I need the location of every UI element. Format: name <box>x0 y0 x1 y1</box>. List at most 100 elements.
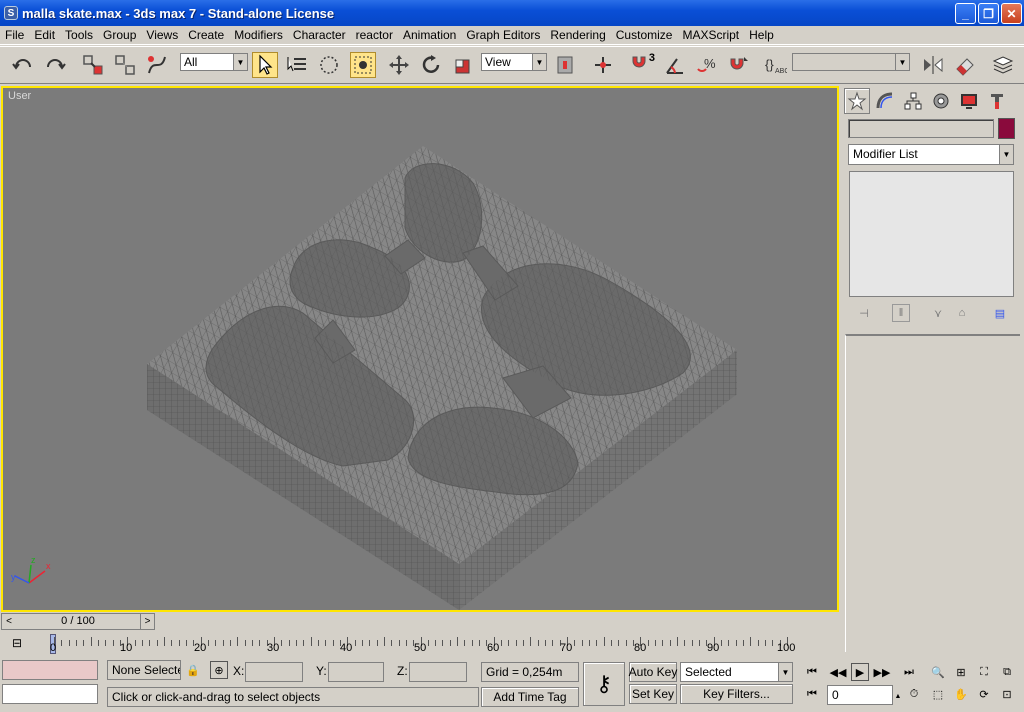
frame-tick <box>471 640 473 646</box>
minimize-button[interactable]: _ <box>955 3 976 24</box>
previous-frame-icon[interactable]: ◀◀ <box>829 663 847 681</box>
spinner-snap-icon[interactable] <box>726 52 752 78</box>
select-and-rotate-icon[interactable] <box>418 52 444 78</box>
viewport-user[interactable]: User x z y <box>1 86 839 612</box>
skate-mesh-model[interactable] <box>3 88 837 610</box>
tick-label: 60 <box>487 642 500 654</box>
menu-rendering[interactable]: Rendering <box>545 28 610 42</box>
go-to-end-icon[interactable]: ⏭ <box>900 663 918 681</box>
select-by-name-icon[interactable] <box>284 52 310 78</box>
region-zoom-icon[interactable]: ⬚ <box>929 685 947 703</box>
select-and-manipulate-icon[interactable] <box>590 52 616 78</box>
make-unique-icon[interactable]: ⋎ <box>929 304 947 322</box>
window-crossing-icon[interactable] <box>350 52 376 78</box>
zoom-icon[interactable]: 🔍 <box>929 663 947 681</box>
hierarchy-tab-icon[interactable] <box>900 88 926 114</box>
track-bar[interactable]: ⊟ 0 10 20 30 40 50 60 70 80 90 100 <box>0 632 840 656</box>
time-slider[interactable]: < 0 / 100 > <box>1 613 155 630</box>
select-and-move-icon[interactable] <box>386 52 412 78</box>
key-filters-button[interactable]: Key Filters... <box>680 684 793 704</box>
menu-edit[interactable]: Edit <box>29 28 60 42</box>
play-icon[interactable]: ▶ <box>851 663 869 681</box>
arc-rotate-icon[interactable]: ⟳ <box>975 685 993 703</box>
frame-tick <box>589 640 591 646</box>
menu-customize[interactable]: Customize <box>611 28 678 42</box>
app-icon[interactable]: S <box>4 6 18 20</box>
frame-tick <box>728 640 730 646</box>
menu-modifiers[interactable]: Modifiers <box>229 28 288 42</box>
y-coordinate-field[interactable] <box>328 662 384 682</box>
pan-hand-icon[interactable]: ✋ <box>952 685 970 703</box>
angle-snap-icon[interactable] <box>662 52 688 78</box>
next-frame-icon[interactable]: > <box>140 614 154 629</box>
lock-icon[interactable]: 🔒 <box>184 661 202 679</box>
go-to-start-icon[interactable]: ⏮ <box>803 663 821 681</box>
menu-tools[interactable]: Tools <box>60 28 98 42</box>
current-frame-field[interactable]: 0 <box>827 685 893 705</box>
reference-coordinate-dropdown[interactable]: View ▼ <box>481 53 547 71</box>
set-key-button[interactable]: Set Key <box>629 684 677 704</box>
modifier-stack-list[interactable] <box>849 171 1014 297</box>
redo-icon[interactable] <box>42 52 68 78</box>
select-and-scale-icon[interactable] <box>450 52 476 78</box>
menu-group[interactable]: Group <box>98 28 141 42</box>
modifier-list-dropdown[interactable]: Modifier List ▼ <box>848 144 1014 165</box>
mirror-icon[interactable] <box>920 52 946 78</box>
menu-graph-editors[interactable]: Graph Editors <box>461 28 545 42</box>
next-frame-icon[interactable]: ▶▶ <box>873 663 891 681</box>
create-tab-icon[interactable] <box>844 88 870 114</box>
layer-manager-icon[interactable] <box>990 52 1016 78</box>
object-color-swatch[interactable] <box>998 118 1015 139</box>
x-coordinate-field[interactable] <box>245 662 303 682</box>
zoom-extents-icon[interactable]: ⛶ <box>975 663 993 681</box>
absolute-mode-icon[interactable]: ⊕ <box>210 661 228 679</box>
named-selection-dropdown[interactable]: ▼ <box>792 53 910 71</box>
modify-tab-icon[interactable] <box>872 88 898 114</box>
add-time-tag-button[interactable]: Add Time Tag <box>481 687 579 707</box>
select-object-icon[interactable] <box>252 52 278 78</box>
restore-button[interactable]: ❐ <box>978 3 999 24</box>
key-mode-dropdown[interactable]: Selected ▼ <box>680 662 793 682</box>
object-name-field[interactable] <box>848 119 994 138</box>
remove-modifier-icon[interactable]: ⌂ <box>953 304 971 322</box>
zoom-extents-all-icon[interactable]: ⧉ <box>998 663 1016 681</box>
display-tab-icon[interactable] <box>956 88 982 114</box>
z-coordinate-field[interactable] <box>409 662 467 682</box>
utilities-tab-icon[interactable] <box>984 88 1010 114</box>
menu-views[interactable]: Views <box>141 28 183 42</box>
motion-tab-icon[interactable] <box>928 88 954 114</box>
menu-animation[interactable]: Animation <box>398 28 461 42</box>
show-end-result-icon[interactable]: ‖ <box>892 304 910 322</box>
menu-maxscript[interactable]: MAXScript <box>677 28 744 42</box>
close-button[interactable]: ✕ <box>1001 3 1022 24</box>
set-key-icon[interactable]: ⚷ <box>583 662 625 706</box>
menu-create[interactable]: Create <box>183 28 229 42</box>
configure-modifier-sets-icon[interactable]: ▤ <box>991 304 1009 322</box>
pivot-center-icon[interactable] <box>552 52 578 78</box>
unlink-selection-icon[interactable] <box>112 52 138 78</box>
frame-spinner-icon[interactable]: ▲ <box>894 687 902 705</box>
menu-reactor[interactable]: reactor <box>351 28 398 42</box>
snaps-toggle-icon[interactable]: 3 <box>626 52 656 78</box>
pin-stack-icon[interactable]: ⊣ <box>855 304 873 322</box>
undo-icon[interactable] <box>10 52 36 78</box>
maximize-viewport-icon[interactable]: ⊡ <box>998 685 1016 703</box>
bind-to-space-warp-icon[interactable] <box>144 52 170 78</box>
auto-key-button[interactable]: Auto Key <box>629 662 677 682</box>
menu-help[interactable]: Help <box>744 28 779 42</box>
time-configuration-icon[interactable]: ⏱ <box>905 685 923 703</box>
maxscript-output-mini[interactable] <box>2 684 98 704</box>
zoom-all-icon[interactable]: ⊞ <box>952 663 970 681</box>
edit-named-selection-icon[interactable]: {} ABC <box>762 52 788 78</box>
menu-file[interactable]: File <box>0 28 29 42</box>
percent-snap-icon[interactable]: % <box>694 52 720 78</box>
menu-character[interactable]: Character <box>288 28 351 42</box>
previous-frame-icon[interactable]: < <box>2 614 16 629</box>
frame-tick <box>669 640 671 646</box>
selection-filter-dropdown[interactable]: All ▼ <box>180 53 248 71</box>
maxscript-listener-mini[interactable] <box>2 660 98 680</box>
align-icon[interactable] <box>952 52 978 78</box>
select-and-link-icon[interactable] <box>80 52 106 78</box>
selection-region-icon[interactable] <box>316 52 342 78</box>
key-mode-toggle-icon[interactable]: ⏮ <box>803 685 821 703</box>
